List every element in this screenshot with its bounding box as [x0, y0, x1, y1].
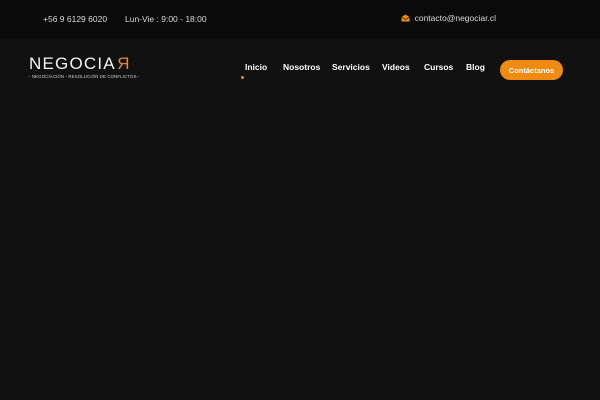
nav-item-servicios[interactable]: Servicios [332, 62, 370, 72]
nav-item-nosotros[interactable]: Nosotros [283, 62, 320, 72]
email-contact[interactable]: contacto@negociar.cl [400, 13, 496, 23]
top-bar: +56 9 6129 6020 Lun-Vie : 9:00 - 18:00 c… [0, 0, 600, 39]
hero-section [0, 99, 600, 400]
nav-item-inicio[interactable]: Inicio [245, 62, 267, 72]
nav-item-cursos[interactable]: Cursos [424, 62, 453, 72]
nav-item-blog[interactable]: Blog [466, 62, 485, 72]
logo-tagline: - NEGOCIACIÓN - RESOLUCIÓN DE CONFLICTOS… [29, 74, 140, 79]
active-nav-indicator [241, 76, 244, 79]
site-header: NEGOCIAR - NEGOCIACIÓN - RESOLUCIÓN DE C… [0, 39, 600, 99]
contact-button[interactable]: Contáctanos [500, 60, 563, 80]
logo-wordmark: NEGOCIAR [29, 54, 130, 73]
site-logo[interactable]: NEGOCIAR - NEGOCIACIÓN - RESOLUCIÓN DE C… [29, 54, 140, 79]
nav-item-videos[interactable]: Videos [382, 62, 410, 72]
phone-number[interactable]: +56 9 6129 6020 [43, 14, 107, 24]
email-address[interactable]: contacto@negociar.cl [415, 13, 496, 23]
envelope-icon [400, 14, 410, 22]
business-hours: Lun-Vie : 9:00 - 18:00 [125, 14, 207, 24]
